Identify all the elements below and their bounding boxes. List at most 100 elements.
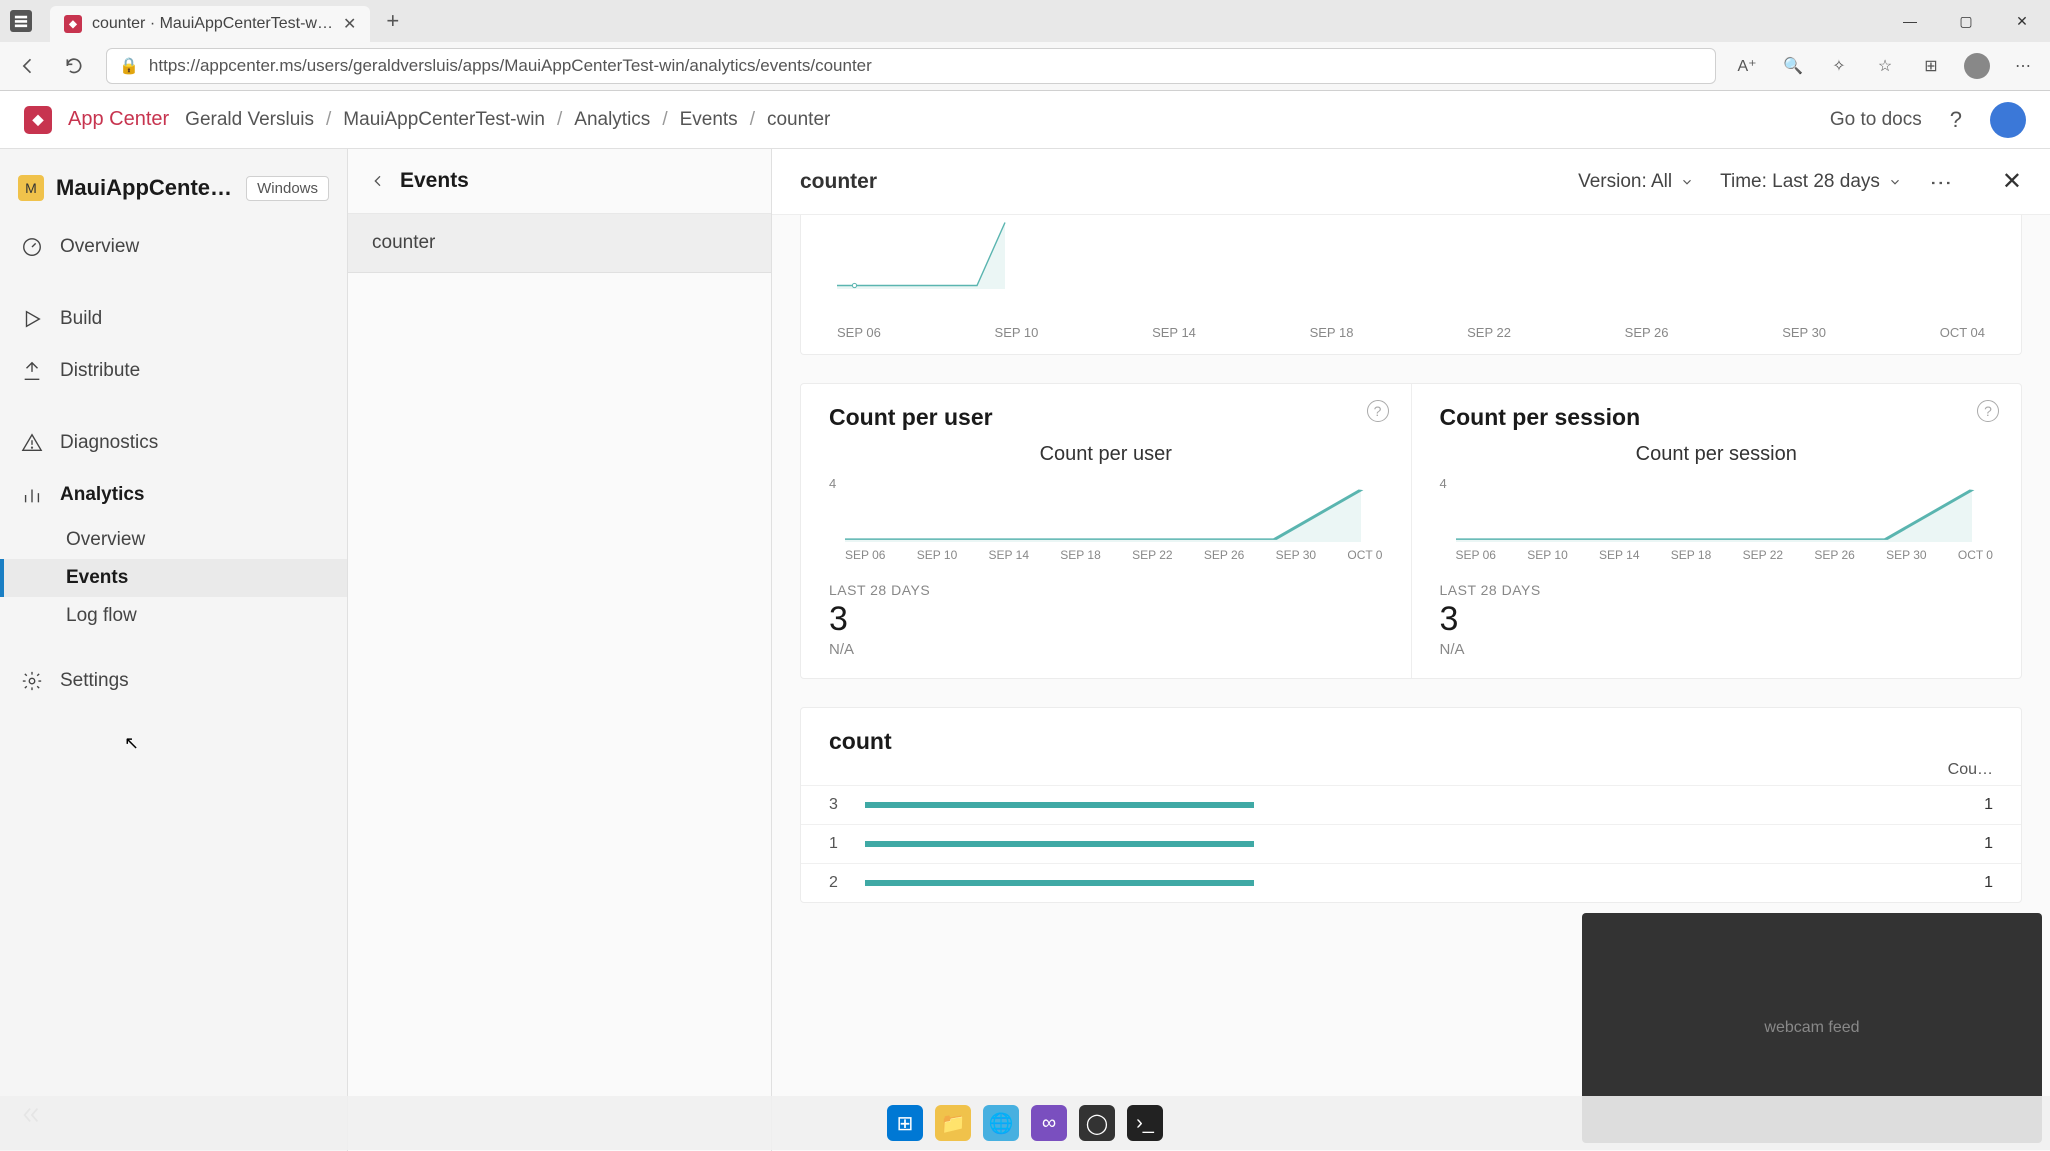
info-icon[interactable]: ?	[1367, 400, 1389, 422]
terminal-icon[interactable]: ›_	[1127, 1105, 1163, 1141]
url-field[interactable]: 🔒 https://appcenter.ms/users/geraldversl…	[106, 48, 1716, 84]
filter-label: Time: Last 28 days	[1720, 171, 1880, 193]
subnav-logflow[interactable]: Log flow	[0, 597, 347, 635]
nav-build[interactable]: Build	[0, 293, 347, 345]
user-avatar-icon[interactable]	[1990, 102, 2026, 138]
distribute-icon	[20, 359, 44, 383]
profile-avatar-icon[interactable]	[1964, 53, 1990, 79]
nav-label: Distribute	[60, 360, 140, 382]
tick: SEP 30	[1782, 325, 1826, 340]
stat-label: LAST 28 DAYS	[829, 582, 1383, 598]
explorer-icon[interactable]: 📁	[935, 1105, 971, 1141]
nav-overview[interactable]: Overview	[0, 221, 347, 273]
url-text: https://appcenter.ms/users/geraldverslui…	[149, 56, 872, 76]
tick: SEP 26	[1814, 548, 1854, 562]
app-name: MauiAppCente…	[56, 175, 234, 201]
nav-diagnostics[interactable]: Diagnostics	[0, 417, 347, 469]
sidebar: M MauiAppCente… Windows Overview Build D…	[0, 149, 348, 1151]
new-tab-button[interactable]: +	[386, 8, 399, 34]
tab-close-icon[interactable]: ✕	[343, 14, 356, 34]
start-icon[interactable]: ⊞	[887, 1105, 923, 1141]
appcenter-logo-icon[interactable]: ◆	[24, 106, 52, 134]
favorites-add-icon[interactable]: ✧	[1826, 53, 1852, 79]
count-row: 2 1	[801, 863, 2021, 902]
count-header: Cou…	[1948, 761, 1993, 779]
play-icon	[20, 307, 44, 331]
refresh-button[interactable]	[60, 52, 88, 80]
breadcrumb-item[interactable]: Events	[680, 109, 738, 131]
subnav-events[interactable]: Events	[0, 559, 347, 597]
menu-icon[interactable]: ⋯	[2010, 53, 2036, 79]
tab-actions-icon[interactable]	[10, 10, 32, 32]
nav-distribute[interactable]: Distribute	[0, 345, 347, 397]
subnav-overview[interactable]: Overview	[0, 521, 347, 559]
edge-icon[interactable]: 🌐	[983, 1105, 1019, 1141]
breadcrumb-item[interactable]: Analytics	[574, 109, 650, 131]
lock-icon: 🔒	[119, 56, 139, 76]
count-key: 1	[829, 835, 847, 853]
tick: SEP 26	[1204, 548, 1244, 562]
app-header: ◆ App Center Gerald Versluis/ MauiAppCen…	[0, 91, 2050, 149]
filter-time[interactable]: Time: Last 28 days	[1720, 171, 1902, 193]
browser-tab[interactable]: ◆ counter · MauiAppCenterTest-w… ✕	[50, 6, 370, 42]
detail-header: counter Version: All Time: Last 28 days …	[772, 149, 2050, 215]
events-header[interactable]: Events	[348, 149, 771, 214]
more-actions-icon[interactable]: ⋮	[1928, 172, 1954, 192]
tick: SEP 06	[1456, 548, 1496, 562]
tick: SEP 30	[1276, 548, 1316, 562]
chart-title: Count per session	[1440, 443, 1994, 466]
app-selector[interactable]: M MauiAppCente… Windows	[0, 169, 347, 221]
tick: SEP 10	[995, 325, 1039, 340]
chevron-down-icon	[1680, 175, 1694, 189]
event-list-item[interactable]: counter	[348, 214, 771, 273]
count-key: 2	[829, 874, 847, 892]
tick: SEP 22	[1132, 548, 1172, 562]
breadcrumb-item[interactable]: Gerald Versluis	[185, 109, 314, 131]
favicon-icon: ◆	[64, 15, 82, 33]
close-panel-icon[interactable]: ✕	[2002, 167, 2022, 196]
maximize-button[interactable]: ▢	[1938, 3, 1994, 39]
read-aloud-icon[interactable]: A⁺	[1734, 53, 1760, 79]
stat-label: LAST 28 DAYS	[1440, 582, 1994, 598]
tab-bar: ◆ counter · MauiAppCenterTest-w… ✕ + — ▢…	[0, 0, 2050, 42]
detail-panel: counter Version: All Time: Last 28 days …	[772, 149, 2050, 1151]
gear-icon	[20, 669, 44, 693]
count-val: 1	[1963, 874, 1993, 892]
vs-icon[interactable]: ∞	[1031, 1105, 1067, 1141]
tick: SEP 14	[989, 548, 1029, 562]
breadcrumb: Gerald Versluis/ MauiAppCenterTest-win/ …	[185, 109, 830, 131]
filter-version[interactable]: Version: All	[1578, 171, 1694, 193]
back-button[interactable]	[14, 52, 42, 80]
help-icon[interactable]: ?	[1950, 107, 1962, 133]
stat-value: 3	[1440, 600, 1994, 639]
chart-card-top: SEP 06 SEP 10 SEP 14 SEP 18 SEP 22 SEP 2…	[800, 215, 2022, 355]
breadcrumb-item[interactable]: MauiAppCenterTest-win	[343, 109, 545, 131]
stat-sub: N/A	[829, 641, 1383, 658]
chevron-down-icon	[1888, 175, 1902, 189]
tick: SEP 30	[1886, 548, 1926, 562]
tick: SEP 10	[1527, 548, 1567, 562]
app-icon: M	[18, 175, 44, 201]
info-icon[interactable]: ?	[1977, 400, 1999, 422]
taskbar[interactable]: ⊞ 📁 🌐 ∞ ◯ ›_	[0, 1096, 2050, 1150]
y-max: 4	[829, 476, 836, 491]
breadcrumb-item[interactable]: counter	[767, 109, 830, 131]
docs-link[interactable]: Go to docs	[1830, 109, 1922, 131]
stat-sub: N/A	[1440, 641, 1994, 658]
tick: OCT 0	[1347, 548, 1382, 562]
window-controls: — ▢ ✕	[1882, 3, 2050, 39]
tick: SEP 14	[1152, 325, 1196, 340]
count-row: 1 1	[801, 824, 2021, 863]
nav-label: Analytics	[60, 484, 144, 506]
zoom-icon[interactable]: 🔍	[1780, 53, 1806, 79]
minimize-button[interactable]: —	[1882, 3, 1938, 39]
collections-icon[interactable]: ⊞	[1918, 53, 1944, 79]
nav-analytics[interactable]: Analytics	[0, 469, 347, 521]
nav-settings[interactable]: Settings	[0, 655, 347, 707]
count-key: 3	[829, 796, 847, 814]
close-window-button[interactable]: ✕	[1994, 3, 2050, 39]
brand-label[interactable]: App Center	[68, 108, 169, 131]
favorites-icon[interactable]: ☆	[1872, 53, 1898, 79]
tick: OCT 0	[1958, 548, 1993, 562]
github-icon[interactable]: ◯	[1079, 1105, 1115, 1141]
